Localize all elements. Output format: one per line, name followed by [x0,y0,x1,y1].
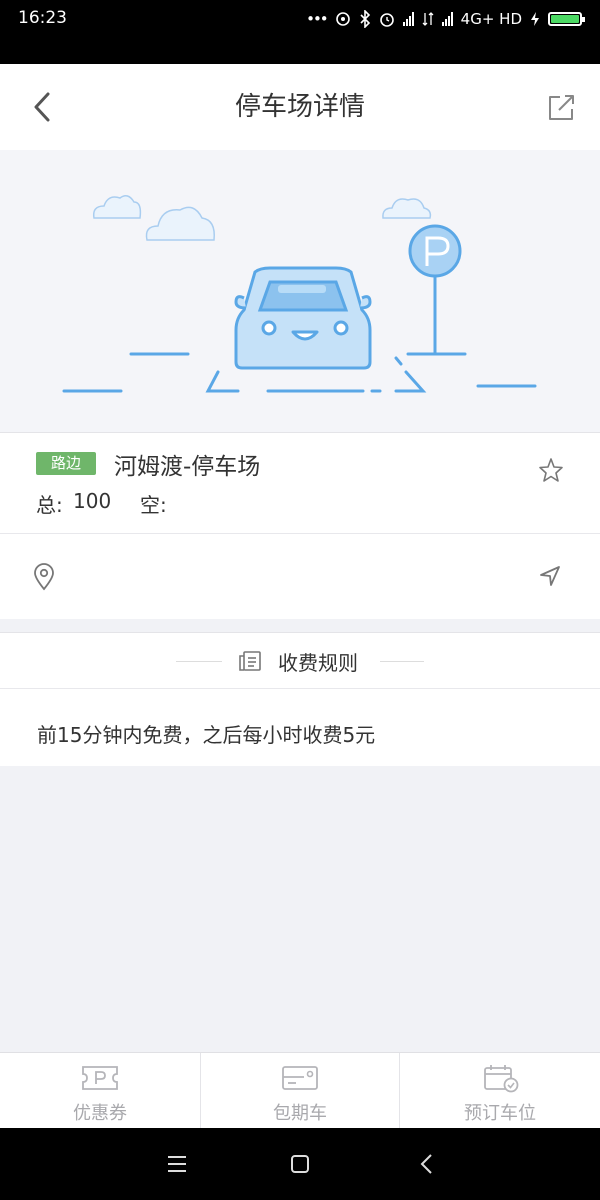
cloud-icon [145,206,215,241]
car-parking-illustration [62,195,537,393]
fee-rules-section: 收费规则 前15分钟内免费，之后每小时收费5元 [0,632,600,766]
lot-info-card: 路边 河姆渡-停车场 总: 100 空: [0,432,600,619]
bottom-tab-bar: 优惠券 包期车 预订车位 [0,1052,600,1129]
parking-sign-icon [408,224,462,354]
address-row[interactable] [0,534,600,619]
hotspot-icon [335,12,350,26]
parking-illustration [0,150,600,432]
page-title: 停车场详情 [234,92,365,122]
share-button[interactable] [546,91,578,123]
battery-icon [548,12,585,26]
signal-icon [441,12,453,26]
status-bar: 16:23 ••• 4G+ HD [0,0,600,64]
navigation-arrow-icon [540,566,560,586]
tab-coupon[interactable]: 优惠券 [0,1053,200,1129]
receipt-icon [239,651,261,671]
favorite-button[interactable] [538,457,564,483]
menu-button[interactable] [167,1155,187,1173]
status-icons: ••• 4G+ HD [306,8,585,30]
home-button[interactable] [290,1154,310,1174]
location-pin-icon [34,563,54,591]
system-nav-bar [0,1128,600,1200]
home-icon [291,1155,309,1173]
cloud-icon [382,198,432,219]
navigate-button[interactable] [538,564,562,588]
total-value: 100 [73,489,112,513]
tab-label: 预订车位 [464,1103,536,1124]
more-dots-icon: ••• [306,10,329,28]
charging-icon [531,12,539,26]
alarm-icon [379,13,394,27]
battery-level [551,15,579,23]
header-bar: 停车场详情 [0,64,600,150]
star-icon [539,458,563,482]
lot-name: 河姆渡-停车场 [114,454,261,480]
bluetooth-icon [360,10,370,28]
total-label: 总: [36,493,63,517]
car-icon [234,266,372,370]
data-arrows-icon [422,12,434,26]
coupon-icon [82,1066,118,1090]
status-time: 16:23 [18,8,67,28]
chevron-left-icon [34,92,50,122]
divider [176,661,222,662]
system-back-button[interactable] [418,1153,434,1175]
tab-label: 包期车 [273,1103,327,1124]
back-triangle-icon [420,1154,432,1174]
share-icon [549,95,574,120]
tab-period-pass[interactable]: 包期车 [200,1053,400,1129]
divider [0,688,600,689]
tab-reserve-spot[interactable]: 预订车位 [400,1053,600,1129]
tab-label: 优惠券 [73,1103,127,1124]
signal-icon [402,12,414,26]
card-icon [282,1066,318,1090]
menu-icon [168,1156,186,1172]
fee-rules-title: 收费规则 [278,651,358,675]
divider [380,661,424,662]
calendar-check-icon [484,1065,519,1093]
free-label: 空: [140,493,167,517]
cloud-icon [92,195,142,219]
network-label: 4G+ HD [460,10,522,28]
fee-rules-text: 前15分钟内免费，之后每小时收费5元 [37,723,376,747]
back-button[interactable] [30,91,54,123]
lot-type-badge: 路边 [36,452,96,475]
